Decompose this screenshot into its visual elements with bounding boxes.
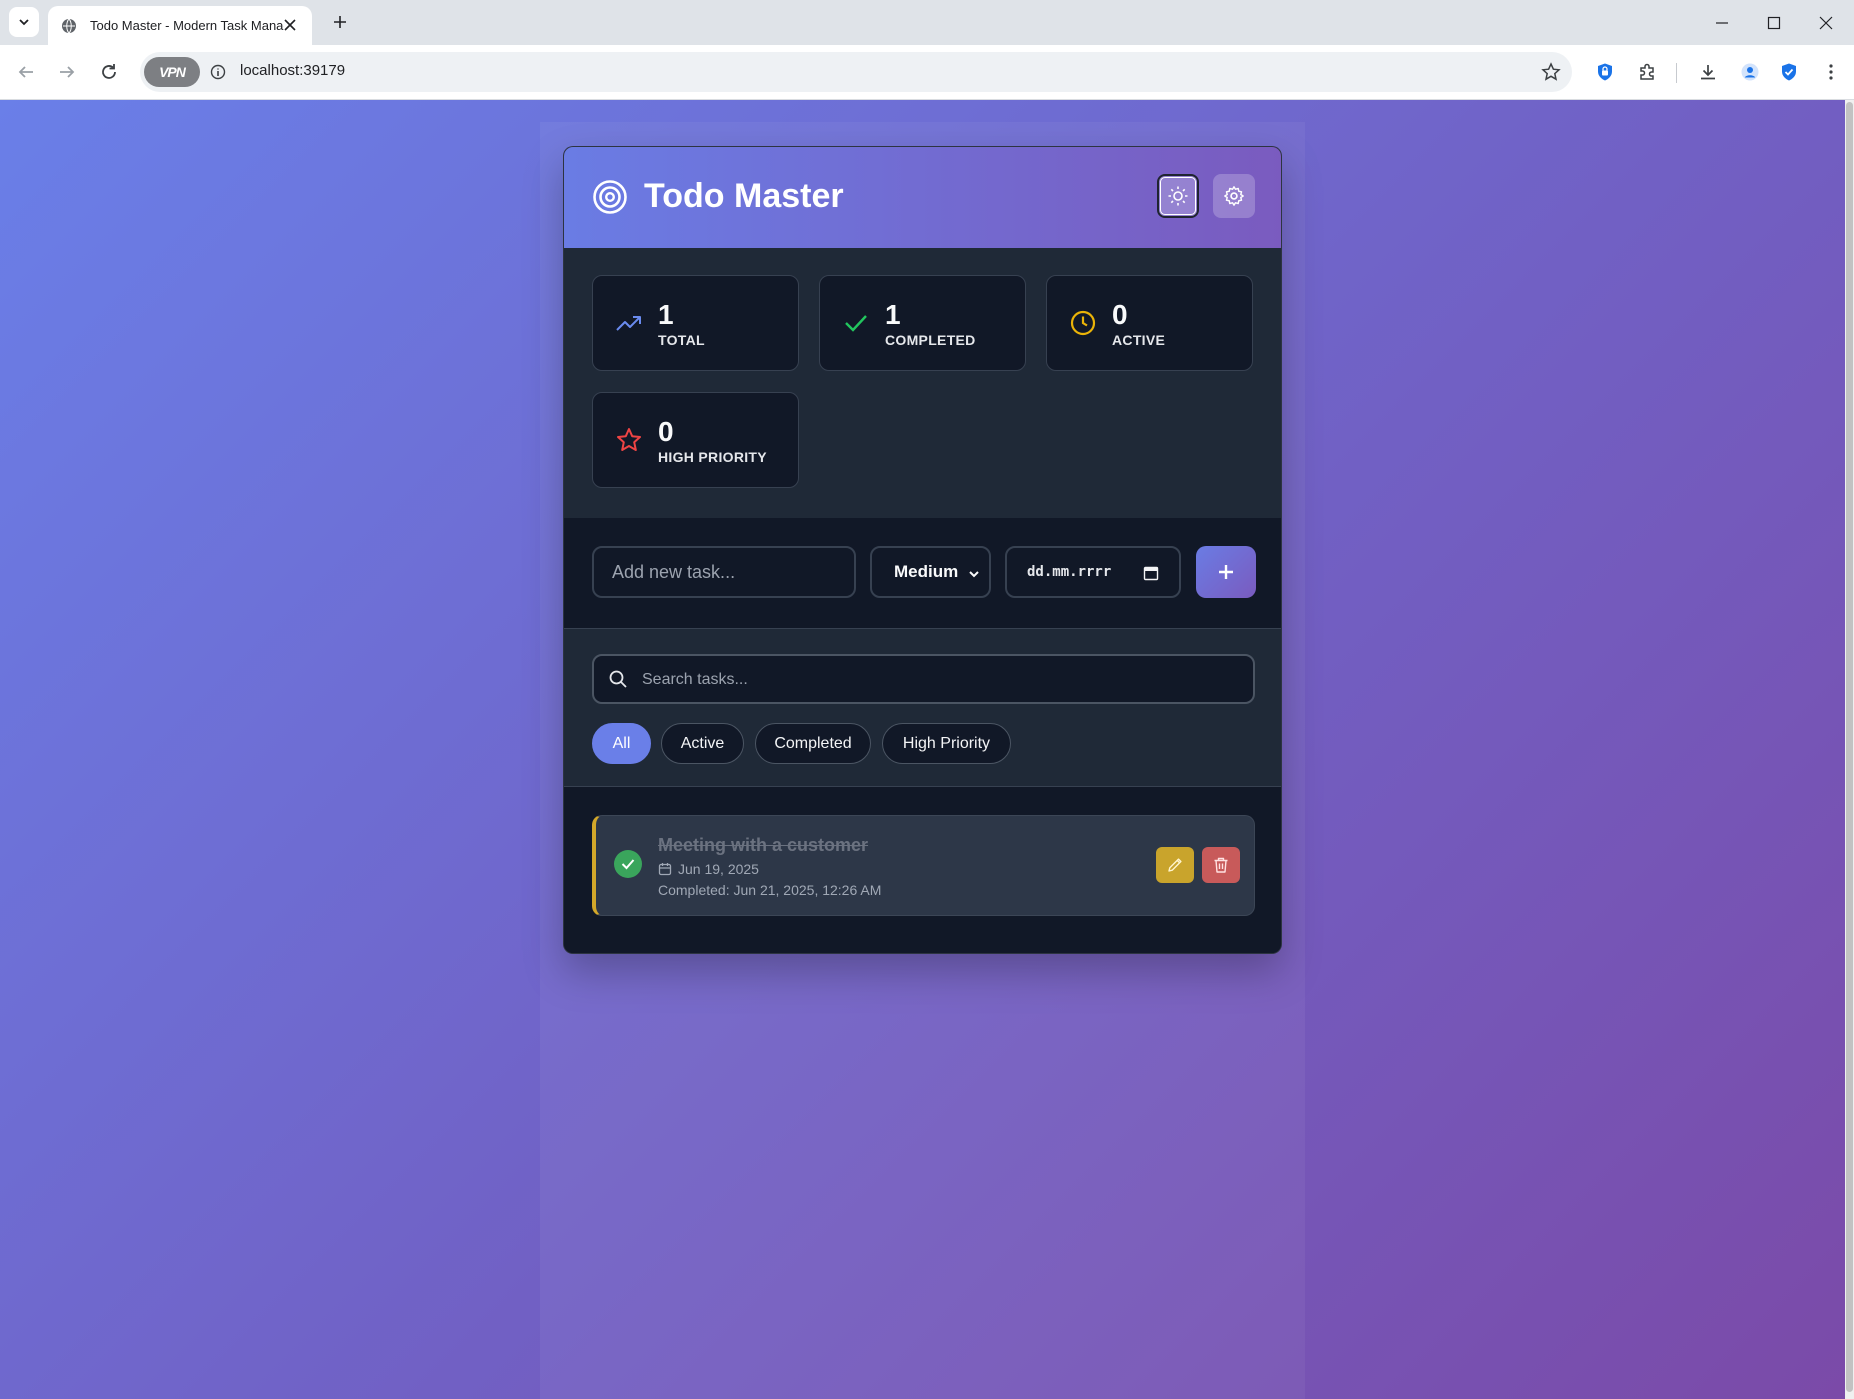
profile-avatar-icon[interactable] (1734, 56, 1766, 88)
trending-up-icon (615, 309, 643, 337)
bookmark-star-icon[interactable] (1538, 59, 1564, 85)
clock-icon (1069, 309, 1097, 337)
trash-icon (1214, 857, 1228, 873)
stat-label: COMPLETED (885, 332, 976, 348)
stat-card-active: 0 ACTIVE (1046, 275, 1253, 371)
stat-card-total: 1 TOTAL (592, 275, 799, 371)
sun-icon (1168, 186, 1188, 206)
download-icon[interactable] (1692, 56, 1724, 88)
task-completed-time: Completed: Jun 21, 2025, 12:26 AM (658, 882, 882, 898)
stat-card-high-priority: 0 HIGH PRIORITY (592, 392, 799, 488)
close-icon (1819, 16, 1833, 29)
arrow-right-icon (60, 66, 75, 78)
browser-toolbar: VPN localhost:39179 (0, 45, 1854, 100)
due-date-placeholder: dd.mm.rrrr (1027, 564, 1112, 580)
arrow-left-icon (18, 66, 33, 78)
tab-search-button[interactable] (9, 7, 39, 37)
stat-card-completed: 1 COMPLETED (819, 275, 1026, 371)
plus-icon (1219, 565, 1233, 579)
search-input[interactable] (640, 656, 1244, 704)
add-task-button[interactable] (1196, 546, 1256, 598)
filter-all[interactable]: All (592, 723, 651, 764)
add-task-section: Medium dd.mm.rrrr (564, 518, 1281, 629)
address-bar[interactable]: VPN localhost:39179 (140, 52, 1572, 92)
close-tab-icon[interactable] (280, 15, 300, 35)
info-icon[interactable] (208, 62, 228, 82)
target-icon (593, 180, 627, 214)
stat-label: ACTIVE (1112, 332, 1166, 348)
filter-high-priority[interactable]: High Priority (882, 723, 1011, 764)
stat-value: 1 (658, 299, 674, 330)
toolbar-divider (1676, 63, 1677, 83)
security-shield-icon[interactable] (1773, 56, 1805, 88)
task-title: Meeting with a customer (658, 835, 869, 855)
page-scrollbar[interactable] (1845, 100, 1854, 1399)
minimize-button[interactable] (1696, 0, 1748, 45)
task-due-date: Jun 19, 2025 (658, 861, 759, 877)
globe-icon (60, 17, 78, 35)
app-header: Todo Master (564, 147, 1281, 248)
theme-toggle-button[interactable] (1157, 174, 1199, 218)
url-text: localhost:39179 (240, 62, 346, 79)
gear-icon (1224, 186, 1244, 206)
close-window-button[interactable] (1800, 0, 1852, 45)
settings-button[interactable] (1213, 174, 1255, 218)
browser-menu-icon[interactable] (1815, 56, 1847, 88)
edit-task-button[interactable] (1156, 847, 1194, 883)
calendar-picker-icon[interactable] (1143, 565, 1159, 581)
task-item: Meeting with a customer Jun 19, 2025 Com… (592, 815, 1255, 916)
stat-label: TOTAL (658, 332, 705, 348)
stat-label: HIGH PRIORITY (658, 449, 767, 465)
search-box[interactable] (592, 654, 1255, 704)
pencil-icon (1168, 858, 1182, 872)
new-tab-button[interactable] (326, 8, 354, 36)
browser-tab[interactable]: Todo Master - Modern Task Manager (48, 6, 312, 45)
priority-select-value: Medium (894, 562, 959, 581)
tab-title: Todo Master - Modern Task Manager (90, 18, 284, 33)
extensions-puzzle-icon[interactable] (1631, 56, 1663, 88)
app-title: Todo Master (644, 177, 844, 215)
calendar-icon (658, 863, 672, 876)
maximize-button[interactable] (1748, 0, 1800, 45)
filter-completed[interactable]: Completed (755, 723, 871, 764)
forward-button[interactable] (51, 56, 83, 88)
filter-active[interactable]: Active (661, 723, 744, 764)
page-viewport: Todo Master 1 TOTAL 1 COMPLETED 0 ACTIVE… (0, 100, 1854, 1399)
delete-task-button[interactable] (1202, 847, 1240, 883)
reload-icon (102, 64, 116, 79)
search-filter-section: All Active Completed High Priority (564, 629, 1281, 787)
chevron-down-icon (19, 19, 29, 26)
check-icon (842, 309, 870, 337)
todo-app-card: Todo Master 1 TOTAL 1 COMPLETED 0 ACTIVE… (563, 146, 1282, 954)
search-icon (609, 670, 627, 688)
maximize-icon (1767, 16, 1781, 29)
stat-value: 0 (658, 416, 674, 447)
reload-button[interactable] (93, 56, 125, 88)
due-date-input[interactable]: dd.mm.rrrr (1005, 546, 1181, 598)
star-icon (615, 426, 643, 454)
check-icon (621, 859, 635, 870)
minimize-icon (1716, 21, 1728, 24)
plus-icon (334, 16, 346, 28)
priority-select[interactable]: Medium (870, 546, 991, 598)
stat-value: 0 (1112, 299, 1128, 330)
stat-value: 1 (885, 299, 901, 330)
browser-tab-strip: Todo Master - Modern Task Manager (0, 0, 1854, 45)
password-manager-icon[interactable] (1589, 56, 1621, 88)
task-date-text: Jun 19, 2025 (678, 861, 759, 877)
task-complete-toggle[interactable] (614, 850, 642, 878)
back-button[interactable] (10, 56, 42, 88)
new-task-input[interactable] (592, 546, 856, 598)
stats-panel: 1 TOTAL 1 COMPLETED 0 ACTIVE 0 HIGH PRIO… (564, 248, 1281, 518)
scrollbar-thumb[interactable] (1846, 102, 1853, 1392)
vpn-badge[interactable]: VPN (144, 57, 200, 87)
task-list: Meeting with a customer Jun 19, 2025 Com… (564, 787, 1281, 953)
chevron-down-icon (969, 571, 979, 578)
